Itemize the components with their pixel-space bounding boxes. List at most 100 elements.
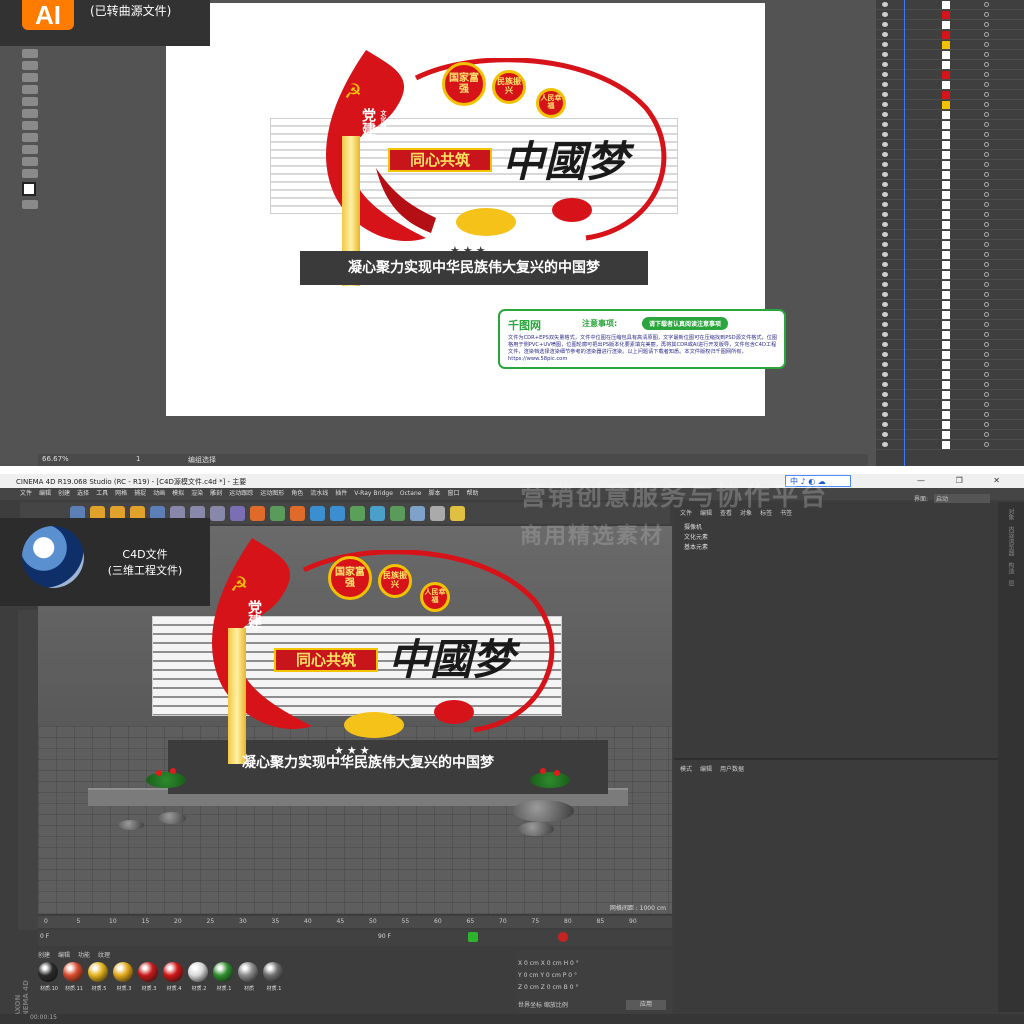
menu-item[interactable]: 网格 — [115, 490, 127, 497]
target-circle-icon[interactable] — [984, 22, 989, 27]
target-circle-icon[interactable] — [984, 62, 989, 67]
visibility-eye-icon[interactable] — [882, 262, 888, 267]
visibility-eye-icon[interactable] — [882, 162, 888, 167]
visibility-eye-icon[interactable] — [882, 422, 888, 427]
target-circle-icon[interactable] — [984, 362, 989, 367]
side-tab[interactable]: 对象 — [1006, 508, 1015, 520]
layer-row[interactable] — [876, 370, 1024, 380]
side-tab[interactable]: 内容浏览器 — [1006, 526, 1015, 556]
visibility-eye-icon[interactable] — [882, 182, 888, 187]
toolbar-tool-icon[interactable] — [210, 506, 225, 521]
visibility-eye-icon[interactable] — [882, 402, 888, 407]
menu-item[interactable]: 创建 — [58, 490, 70, 497]
menu-item[interactable]: Octane — [400, 490, 422, 497]
target-circle-icon[interactable] — [984, 382, 989, 387]
visibility-eye-icon[interactable] — [882, 292, 888, 297]
visibility-eye-icon[interactable] — [882, 82, 888, 87]
target-circle-icon[interactable] — [984, 442, 989, 447]
visibility-eye-icon[interactable] — [882, 242, 888, 247]
visibility-eye-icon[interactable] — [882, 202, 888, 207]
target-circle-icon[interactable] — [984, 52, 989, 57]
visibility-eye-icon[interactable] — [882, 372, 888, 377]
material-swatch[interactable]: 材质.3 — [138, 962, 160, 998]
target-circle-icon[interactable] — [984, 32, 989, 37]
rectangle-tool-icon[interactable] — [22, 133, 38, 142]
layer-row[interactable] — [876, 90, 1024, 100]
object-culture-elements[interactable]: 文化元素 — [684, 532, 708, 541]
material-menu-item[interactable]: 编辑 — [58, 952, 70, 959]
target-circle-icon[interactable] — [984, 152, 989, 157]
visibility-eye-icon[interactable] — [882, 362, 888, 367]
layer-row[interactable] — [876, 130, 1024, 140]
interface-select[interactable]: 启动 — [933, 494, 990, 503]
layer-row[interactable] — [876, 410, 1024, 420]
target-circle-icon[interactable] — [984, 72, 989, 77]
menu-item[interactable]: 运动图形 — [260, 490, 284, 497]
screen-mode-icon[interactable] — [22, 200, 38, 209]
target-circle-icon[interactable] — [984, 372, 989, 377]
toolbar-tool-icon[interactable] — [370, 506, 385, 521]
attribute-tab[interactable]: 编辑 — [700, 766, 712, 773]
visibility-eye-icon[interactable] — [882, 152, 888, 157]
material-swatch[interactable]: 材质.10 — [38, 962, 60, 998]
layer-row[interactable] — [876, 240, 1024, 250]
layer-row[interactable] — [876, 160, 1024, 170]
layer-row[interactable] — [876, 150, 1024, 160]
rotate-tool-icon[interactable] — [22, 157, 38, 166]
layer-row[interactable] — [876, 220, 1024, 230]
layer-row[interactable] — [876, 230, 1024, 240]
menu-item[interactable]: 帮助 — [466, 490, 478, 497]
layer-row[interactable] — [876, 80, 1024, 90]
layer-row[interactable] — [876, 210, 1024, 220]
material-swatch[interactable]: 材质.3 — [113, 962, 135, 998]
toolbar-tool-icon[interactable] — [330, 506, 345, 521]
layer-row[interactable] — [876, 420, 1024, 430]
target-circle-icon[interactable] — [984, 302, 989, 307]
material-swatch[interactable]: 材质.1 — [263, 962, 285, 998]
menu-item[interactable]: 工具 — [96, 490, 108, 497]
target-circle-icon[interactable] — [984, 42, 989, 47]
layer-row[interactable] — [876, 190, 1024, 200]
object-base-elements[interactable]: 基本元素 — [684, 542, 708, 551]
menu-item[interactable]: 编辑 — [39, 490, 51, 497]
target-circle-icon[interactable] — [984, 142, 989, 147]
magic-wand-tool-icon[interactable] — [22, 73, 38, 82]
visibility-eye-icon[interactable] — [882, 282, 888, 287]
toolbar-tool-icon[interactable] — [290, 506, 305, 521]
brush-tool-icon[interactable] — [22, 145, 38, 154]
line-tool-icon[interactable] — [22, 121, 38, 130]
zoom-tool-icon[interactable] — [22, 169, 38, 178]
material-swatch[interactable]: 材质.5 — [88, 962, 110, 998]
layer-row[interactable] — [876, 40, 1024, 50]
visibility-eye-icon[interactable] — [882, 232, 888, 237]
menu-item[interactable]: 雕刻 — [210, 490, 222, 497]
visibility-eye-icon[interactable] — [882, 412, 888, 417]
layer-row[interactable] — [876, 20, 1024, 30]
toolbar-tool-icon[interactable] — [410, 506, 425, 521]
zoom-level[interactable]: 66.67% — [42, 455, 69, 463]
layer-row[interactable] — [876, 260, 1024, 270]
layer-row[interactable] — [876, 200, 1024, 210]
menu-item[interactable]: 选择 — [77, 490, 89, 497]
target-circle-icon[interactable] — [984, 202, 989, 207]
layer-row[interactable] — [876, 120, 1024, 130]
visibility-eye-icon[interactable] — [882, 52, 888, 57]
pen-tool-icon[interactable] — [22, 97, 38, 106]
target-circle-icon[interactable] — [984, 242, 989, 247]
material-swatch[interactable]: 材质.4 — [163, 962, 185, 998]
target-circle-icon[interactable] — [984, 232, 989, 237]
target-circle-icon[interactable] — [984, 342, 989, 347]
menu-item[interactable]: 模拟 — [172, 490, 184, 497]
visibility-eye-icon[interactable] — [882, 302, 888, 307]
target-circle-icon[interactable] — [984, 122, 989, 127]
visibility-eye-icon[interactable] — [882, 142, 888, 147]
target-circle-icon[interactable] — [984, 252, 989, 257]
layer-row[interactable] — [876, 60, 1024, 70]
target-circle-icon[interactable] — [984, 282, 989, 287]
artboard[interactable]: ☭ 党建 文化墙 国家富强 民族振兴 人民幸福 同心共筑 中國梦 ★★★ 凝心聚… — [166, 3, 786, 416]
target-circle-icon[interactable] — [984, 12, 989, 17]
layer-row[interactable] — [876, 340, 1024, 350]
layer-row[interactable] — [876, 270, 1024, 280]
menu-item[interactable]: 流水线 — [310, 490, 328, 497]
attribute-tab[interactable]: 模式 — [680, 766, 692, 773]
